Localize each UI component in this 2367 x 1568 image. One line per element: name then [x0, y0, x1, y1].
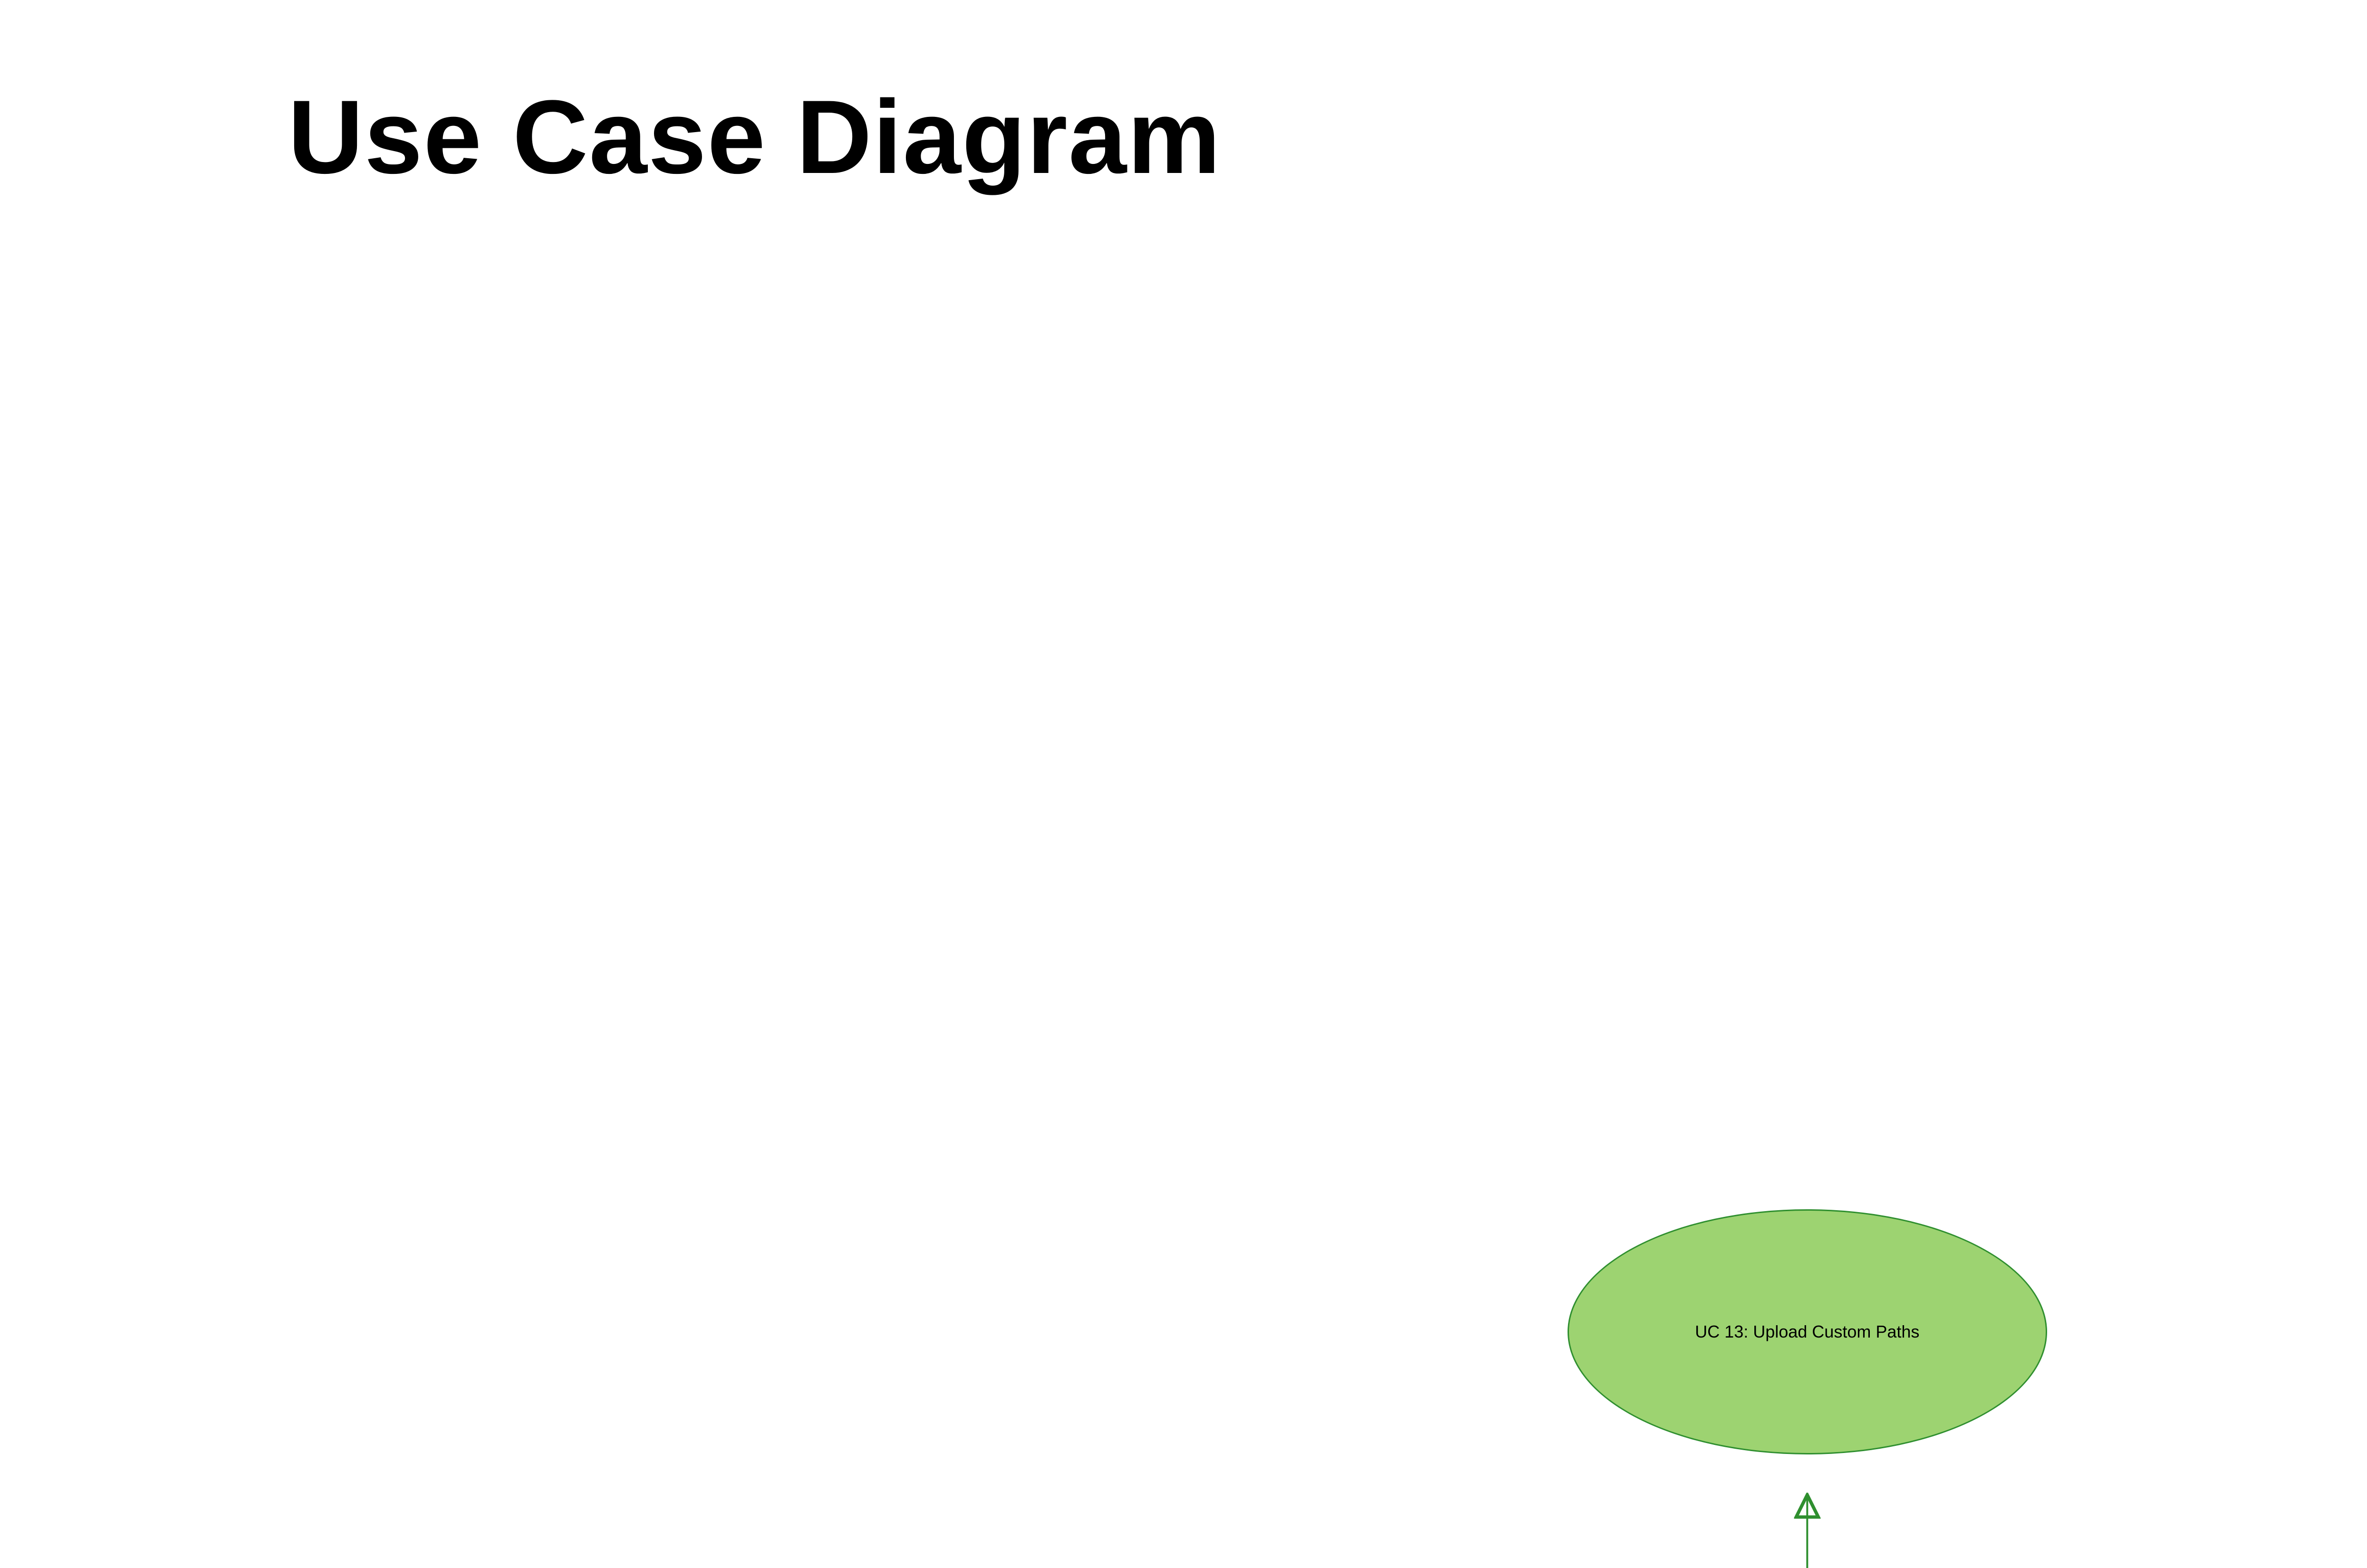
edge-actor-uc13	[1807, 1495, 2367, 1568]
usecase-uc13: UC 13: Upload Custom Paths	[1568, 1209, 2047, 1455]
usecase-label: UC 13: Upload Custom Paths	[1688, 1318, 1926, 1346]
